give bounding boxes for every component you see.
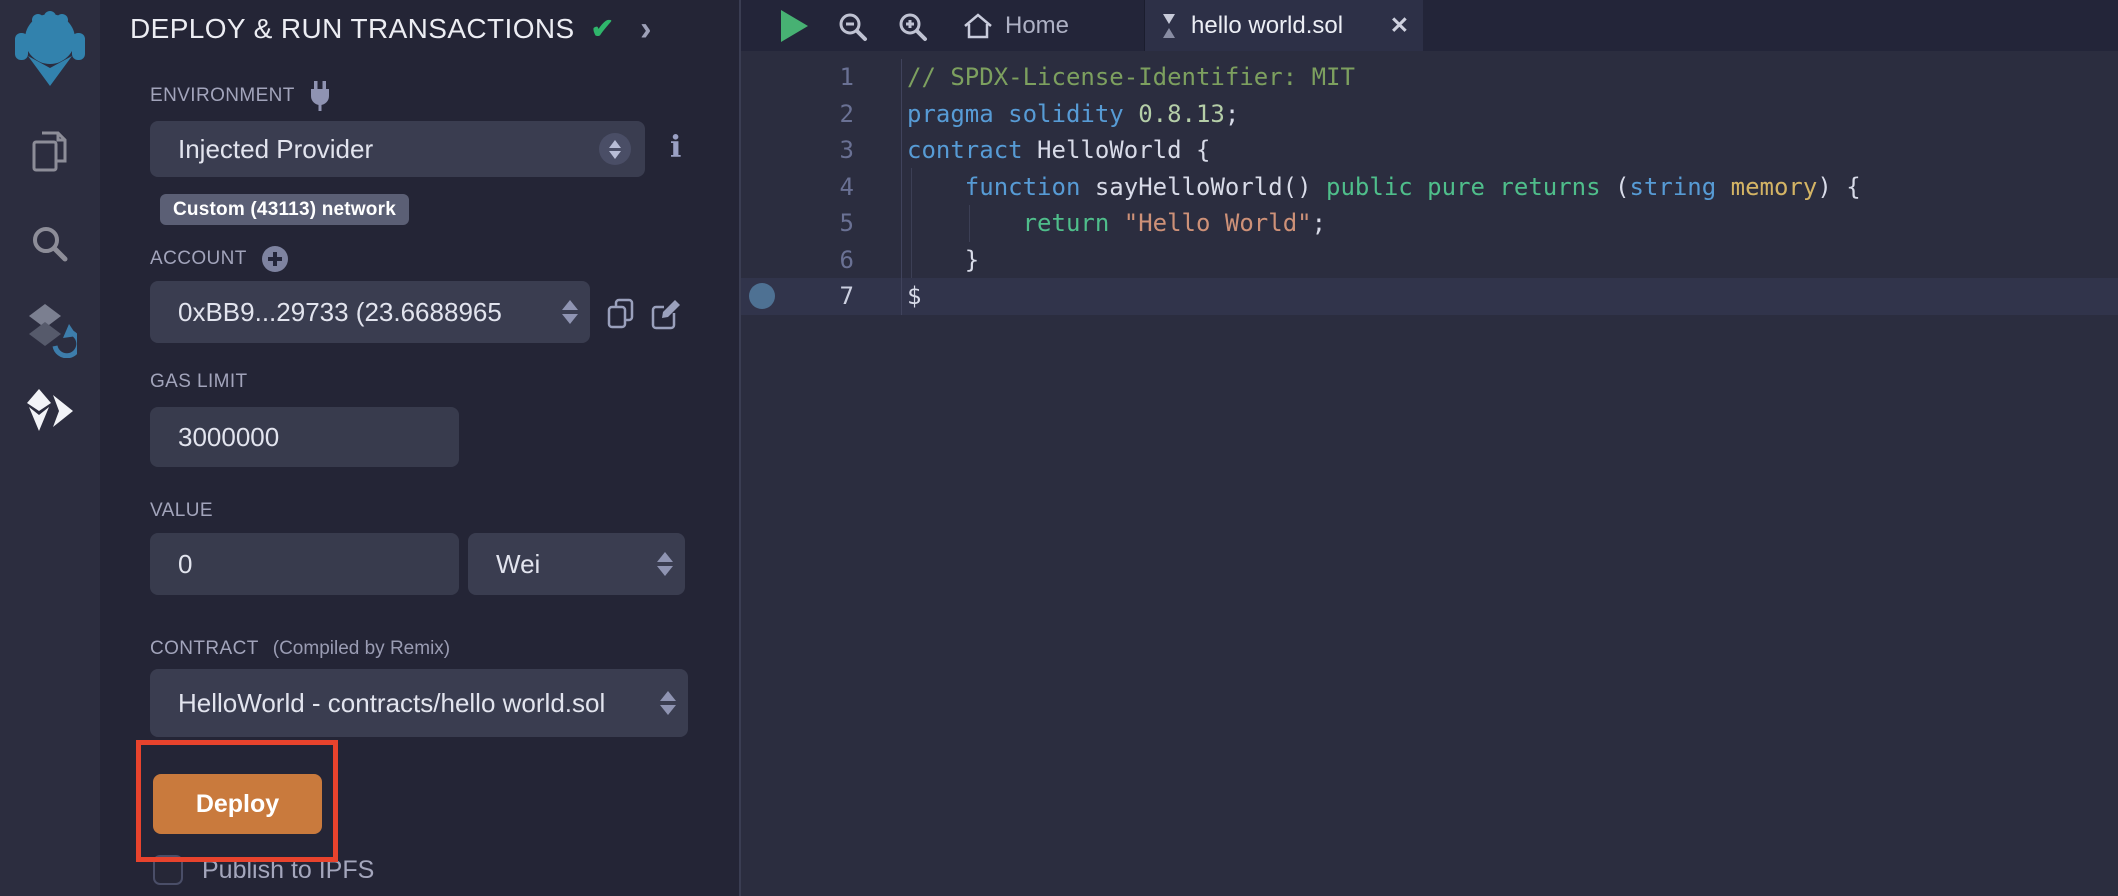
tab-home[interactable]: Home [963,0,1069,51]
icon-sidebar [0,0,100,896]
home-tab-label: Home [1005,12,1069,40]
account-label: ACCOUNT [150,248,247,270]
remix-logo-icon [13,6,87,86]
remix-logo[interactable] [13,6,87,86]
files-icon-glyph [28,128,72,176]
code-text[interactable]: return "Hello World"; [901,205,2118,242]
panel-header: DEPLOY & RUN TRANSACTIONS ✔ › [130,12,651,45]
environment-select-arrows-icon[interactable] [599,133,631,165]
value-unit-select[interactable]: Wei [468,533,685,595]
code-line-1[interactable]: 1// SPDX-License-Identifier: MIT [741,59,2118,96]
zoom-out-icon[interactable] [837,11,869,48]
line-number-2[interactable]: 2 [741,96,901,133]
code-line-5[interactable]: 5 return "Hello World"; [741,205,2118,242]
home-icon [963,12,993,40]
value-amount: 0 [178,549,192,580]
remix-app: DEPLOY & RUN TRANSACTIONS ✔ › ENVIRONMEN… [0,0,2118,896]
file-explorer-icon[interactable] [22,124,78,180]
info-icon[interactable]: i [670,130,681,165]
deploy-button[interactable]: Deploy [153,774,322,834]
file-tab-label: hello world.sol [1191,12,1343,40]
code-text[interactable]: // SPDX-License-Identifier: MIT [901,59,2118,96]
zoom-in-icon[interactable] [897,11,929,48]
code-text[interactable]: } [901,242,2118,279]
chevron-right-icon[interactable]: › [640,15,651,43]
check-icon: ✔ [591,12,614,45]
code-line-4[interactable]: 4 function sayHelloWorld() public pure r… [741,169,2118,206]
deploy-panel: DEPLOY & RUN TRANSACTIONS ✔ › ENVIRONMEN… [100,0,741,896]
gas-limit-label: GAS LIMIT [150,371,248,393]
unit-select-arrows-icon [657,552,673,576]
solidity-compiler-icon[interactable] [22,302,78,358]
code-line-2[interactable]: 2pragma solidity 0.8.13; [741,96,2118,133]
contract-select-arrows-icon [660,691,676,715]
value-label: VALUE [150,500,213,522]
account-value: 0xBB9...29733 (23.6688965 [178,297,502,328]
edit-account-button[interactable] [649,296,683,332]
gas-limit-value: 3000000 [178,422,279,453]
line-number-5[interactable]: 5 [741,205,901,242]
deploy-run-icon[interactable] [22,384,78,440]
copy-icon [605,297,637,331]
edit-pencil-icon [650,297,682,331]
environment-value: Injected Provider [178,134,373,165]
search-icon-glyph [29,223,71,265]
search-icon[interactable] [22,216,78,272]
add-account-icon[interactable] [261,245,289,273]
run-script-icon[interactable] [781,10,808,42]
environment-label-row: ENVIRONMENT [150,81,331,111]
tab-hello-world-sol[interactable]: hello world.sol ✕ [1144,0,1423,51]
breakpoint-dot[interactable] [749,283,775,309]
contract-label-row: CONTRACT (Compiled by Remix) [150,638,450,660]
account-label-row: ACCOUNT [150,245,289,273]
compiler-icon-glyph [23,302,77,358]
contract-select[interactable]: HelloWorld - contracts/hello world.sol [150,669,688,737]
code-text[interactable]: $ [901,278,2118,315]
code-text[interactable]: pragma solidity 0.8.13; [901,96,2118,133]
line-number-4[interactable]: 4 [741,169,901,206]
contract-note: (Compiled by Remix) [273,638,450,660]
contract-value: HelloWorld - contracts/hello world.sol [178,688,605,719]
value-unit: Wei [496,549,540,580]
gas-limit-input[interactable]: 3000000 [150,407,459,467]
close-tab-icon[interactable]: ✕ [1390,12,1409,39]
environment-select[interactable]: Injected Provider [150,121,645,177]
account-select[interactable]: 0xBB9...29733 (23.6688965 [150,281,590,343]
solidity-file-icon [1159,13,1179,39]
code-text[interactable]: contract HelloWorld { [901,132,2118,169]
publish-ipfs-checkbox[interactable] [153,855,183,885]
network-badge: Custom (43113) network [160,194,409,225]
copy-account-button[interactable] [604,296,638,332]
value-input[interactable]: 0 [150,533,459,595]
publish-ipfs-label: Publish to IPFS [202,856,374,885]
environment-label: ENVIRONMENT [150,85,295,107]
deploy-icon-glyph [25,389,75,435]
code-line-7[interactable]: 7$ [741,278,2118,315]
code-line-6[interactable]: 6 } [741,242,2118,279]
code-area: 1// SPDX-License-Identifier: MIT2pragma … [741,51,2118,896]
code-line-3[interactable]: 3contract HelloWorld { [741,132,2118,169]
panel-title: DEPLOY & RUN TRANSACTIONS [130,13,575,45]
publish-row: Publish to IPFS [153,855,374,885]
line-number-1[interactable]: 1 [741,59,901,96]
code-editor: Home hello world.sol ✕ 1// SPDX-License-… [741,0,2118,896]
editor-topbar: Home hello world.sol ✕ [741,0,2118,51]
line-number-3[interactable]: 3 [741,132,901,169]
code-text[interactable]: function sayHelloWorld() public pure ret… [901,169,2118,206]
line-number-6[interactable]: 6 [741,242,901,279]
account-select-arrows-icon [562,300,578,324]
contract-label: CONTRACT [150,638,259,660]
plug-icon [309,81,331,111]
